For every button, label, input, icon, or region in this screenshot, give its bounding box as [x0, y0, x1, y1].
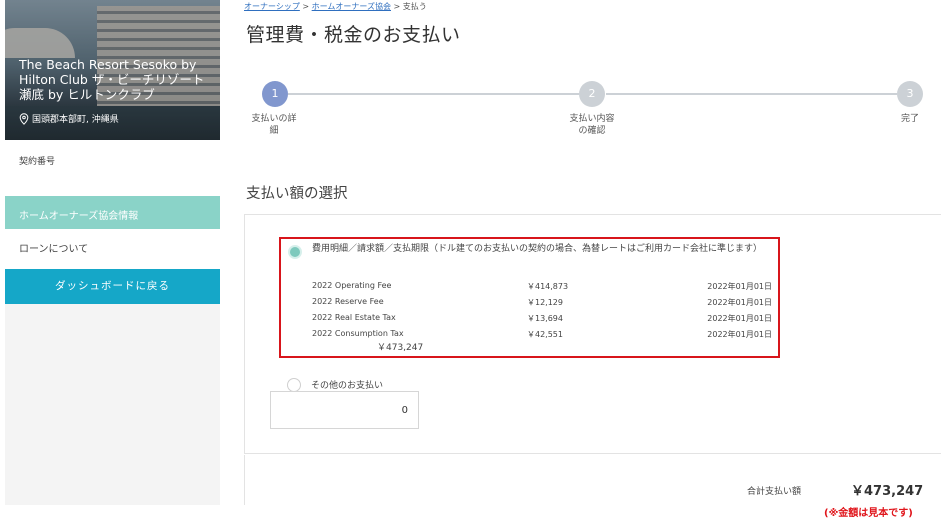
fee-due-date: 2022年01月01日 — [707, 298, 772, 307]
step-1-label: 支払いの詳 細 — [251, 114, 297, 136]
stepper-line — [606, 93, 897, 95]
sidebar-item-loan[interactable]: ローンについて — [5, 229, 220, 269]
property-location-text: 国頭郡本部町, 沖縄県 — [32, 115, 119, 125]
other-payment-amount-input[interactable] — [270, 391, 419, 429]
fee-subtotal: ￥473,247 — [377, 343, 424, 353]
total-amount: ￥473,247 — [851, 484, 924, 499]
fee-name: 2022 Reserve Fee — [312, 297, 384, 306]
fee-amount: ￥42,551 — [527, 330, 563, 339]
payment-selection-card: 費用明細／請求額／支払期限（ドル建てのお支払いの契約の場合、為替レートはご利用カ… — [244, 214, 941, 454]
breadcrumb-separator: > — [393, 2, 401, 11]
stepper-line — [288, 93, 579, 95]
fee-due-date: 2022年01月01日 — [707, 314, 772, 323]
fee-row: 2022 Reserve Fee ￥12,129 2022年01月01日 — [312, 297, 772, 309]
fee-name: 2022 Consumption Tax — [312, 329, 404, 338]
main-content: オーナーシップ > ホームオーナーズ協会 > 支払う 管理費・税金のお支払い 1… — [244, 0, 941, 524]
fee-statement-radio[interactable] — [288, 245, 302, 259]
fee-amount: ￥12,129 — [527, 298, 563, 307]
sidebar: The Beach Resort Sesoko by Hilton Club ザ… — [5, 0, 220, 505]
progress-stepper: 1 支払いの詳 細 2 支払い内容 の確認 3 完了 — [244, 80, 941, 140]
contract-number-label: 契約番号 — [5, 140, 220, 196]
fee-due-date: 2022年01月01日 — [707, 282, 772, 291]
fee-statement-option[interactable]: 費用明細／請求額／支払期限（ドル建てのお支払いの契約の場合、為替レートはご利用カ… — [279, 237, 780, 358]
fee-amount: ￥13,694 — [527, 314, 563, 323]
breadcrumb-separator: > — [302, 2, 310, 11]
fee-amount: ￥414,873 — [527, 282, 569, 291]
fee-name: 2022 Operating Fee — [312, 281, 392, 290]
step-2-label: 支払い内容 の確認 — [569, 114, 615, 136]
step-3-label: 完了 — [900, 114, 919, 124]
step-3-circle: 3 — [897, 81, 923, 107]
breadcrumb-current: 支払う — [402, 2, 427, 11]
fee-row: 2022 Operating Fee ￥414,873 2022年01月01日 — [312, 281, 772, 293]
breadcrumb-hoa-link[interactable]: ホームオーナーズ協会 — [312, 2, 391, 11]
sample-amount-note: (※金額は見本です) — [824, 508, 913, 519]
breadcrumb: オーナーシップ > ホームオーナーズ協会 > 支払う — [244, 1, 427, 12]
property-location: 国頭郡本部町, 沖縄県 — [19, 112, 119, 125]
fee-due-date: 2022年01月01日 — [707, 330, 772, 339]
property-hero-image: The Beach Resort Sesoko by Hilton Club ザ… — [5, 0, 220, 140]
fee-statement-label: 費用明細／請求額／支払期限（ドル建てのお支払いの契約の場合、為替レートはご利用カ… — [312, 244, 763, 254]
sidebar-item-hoa-info[interactable]: ホームオーナーズ協会情報 — [5, 196, 220, 229]
other-payment-label: その他のお支払い — [311, 381, 384, 391]
total-label: 合計支払い額 — [747, 487, 802, 497]
breadcrumb-ownership-link[interactable]: オーナーシップ — [244, 2, 300, 11]
location-pin-icon — [19, 112, 29, 125]
fee-name: 2022 Real Estate Tax — [312, 313, 396, 322]
page-title: 管理費・税金のお支払い — [246, 24, 461, 46]
fee-row: 2022 Real Estate Tax ￥13,694 2022年01月01日 — [312, 313, 772, 325]
property-name: The Beach Resort Sesoko by Hilton Club ザ… — [19, 57, 205, 102]
total-section: 合計支払い額 ￥473,247 — [244, 455, 941, 505]
other-payment-radio[interactable] — [287, 378, 301, 392]
return-to-dashboard-button[interactable]: ダッシュボードに戻る — [5, 269, 220, 304]
step-1-circle: 1 — [262, 81, 288, 107]
step-2-circle: 2 — [579, 81, 605, 107]
section-title: 支払い額の選択 — [246, 186, 348, 202]
